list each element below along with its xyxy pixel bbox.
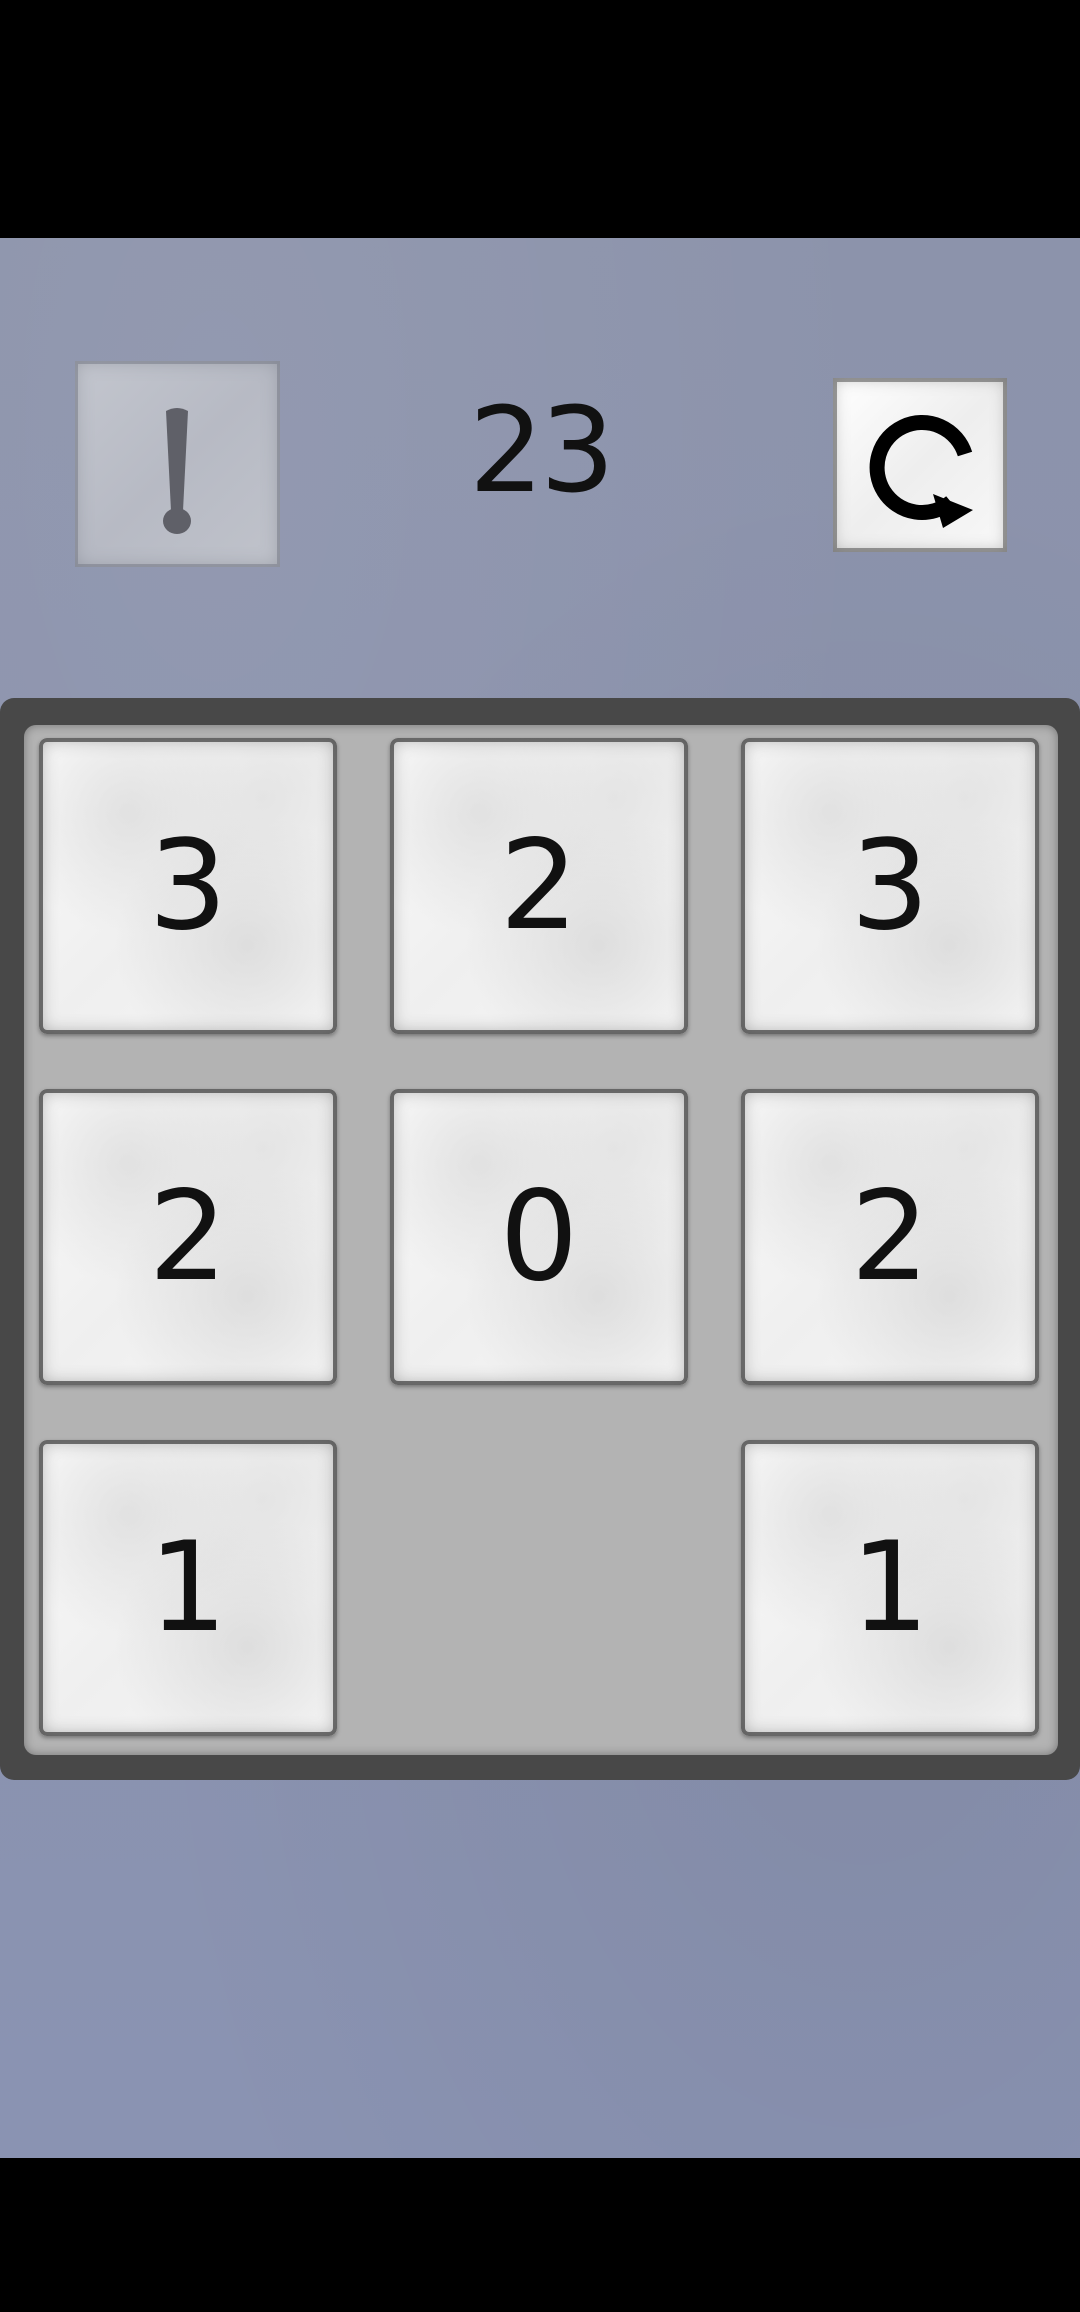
restart-button[interactable]	[833, 378, 1007, 552]
tile-number: 2	[148, 1165, 228, 1309]
status-bar	[0, 0, 1080, 238]
tile-number: 2	[850, 1165, 930, 1309]
tile-r3-c3[interactable]: 1	[741, 1440, 1039, 1736]
navigation-bar	[0, 2158, 1080, 2312]
tile-r3-c1[interactable]: 1	[39, 1440, 337, 1736]
tile-r2-c2[interactable]: 0	[390, 1089, 688, 1385]
hint-button[interactable]	[75, 361, 280, 567]
restart-icon	[869, 415, 973, 528]
tile-number: 3	[148, 814, 228, 958]
tile-r1-c1[interactable]: 3	[39, 738, 337, 1034]
tile-number: 2	[499, 814, 579, 958]
tile-number: 0	[499, 1165, 579, 1309]
tile-r2-c1[interactable]: 2	[39, 1089, 337, 1385]
move-counter: 23	[468, 381, 615, 519]
tile-r1-c2[interactable]: 2	[390, 738, 688, 1034]
tile-number: 1	[148, 1516, 228, 1660]
tile-r1-c3[interactable]: 3	[741, 738, 1039, 1034]
tile-number: 3	[850, 814, 930, 958]
tile-number: 1	[850, 1516, 930, 1660]
exclamation-icon	[163, 408, 191, 534]
tile-r2-c3[interactable]: 2	[741, 1089, 1039, 1385]
